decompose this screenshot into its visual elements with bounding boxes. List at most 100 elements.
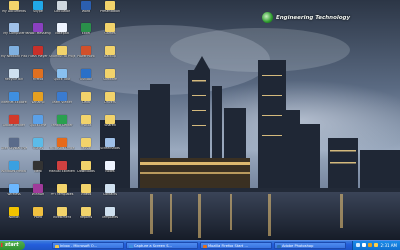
desktop-icon[interactable]: Media Center (50, 115, 74, 134)
desktop-icon-image (105, 207, 115, 216)
desktop-icon[interactable]: Notepad (50, 23, 74, 42)
desktop-icon-label: Adobe Reader (2, 124, 26, 127)
security-icon[interactable] (368, 243, 372, 247)
desktop-icon-label: PowerPoint (77, 55, 95, 58)
desktop-icon[interactable]: Yahoo! Messenger (25, 23, 51, 42)
desktop-icon[interactable]: iTunes (26, 138, 50, 157)
taskbar-button-label: Inbox - Microsoft O... (60, 244, 98, 248)
desktop-icon-image (9, 138, 19, 147)
desktop-icon-label: Word (81, 10, 91, 13)
desktop-icon[interactable]: Shortcut to Projects (49, 46, 75, 65)
desktop-icon[interactable]: PPT templates (50, 184, 74, 203)
globe-logo-icon (262, 12, 273, 23)
desktop-icon[interactable]: Reports (74, 207, 98, 226)
desktop-icon-label: Media Center (51, 124, 73, 127)
taskbar-button[interactable]: Capture a Screen S... (126, 242, 198, 249)
start-button[interactable]: start (0, 241, 25, 250)
desktop-icon[interactable]: Contacts (98, 184, 122, 203)
desktop-icon-label: Yahoo! Messenger (25, 32, 51, 35)
desktop-icon-image (81, 161, 91, 170)
desktop-icon-label: Quick Tour (53, 78, 71, 81)
desktop-icon[interactable]: Games (98, 23, 122, 42)
desktop-icon[interactable]: Outlook (74, 69, 98, 88)
desktop-icon-label: Nero (34, 170, 42, 173)
desktop-icon[interactable]: Videos (74, 184, 98, 203)
desktop-icon-image (33, 115, 43, 124)
desktop-icon[interactable]: Shared (98, 115, 122, 134)
desktop-icon-image (9, 69, 19, 78)
desktop-icon[interactable]: Word (74, 1, 98, 20)
desktop-icon[interactable]: Drivers (98, 92, 122, 111)
desktop-icon-image (9, 23, 19, 32)
desktop-icon[interactable]: Adobe Reader (2, 115, 26, 134)
desktop-icon[interactable]: Excel (74, 23, 98, 42)
desktop-icon[interactable]: QuickTime (26, 115, 50, 134)
clock[interactable]: 2:31 AM (381, 241, 397, 250)
desktop-icon[interactable]: Investment (50, 207, 74, 226)
desktop-icon[interactable]: Paint (26, 207, 50, 226)
desktop-icon-label: QuickTime (29, 124, 47, 127)
desktop-icon[interactable]: Presentation (98, 1, 122, 20)
desktop-icon[interactable]: Manual Excellent (49, 161, 75, 180)
taskbar-button[interactable]: Mozilla Firefox Start ... (200, 242, 272, 249)
taskbar: start Inbox - Microsoft O... Capture a Sc… (0, 240, 400, 250)
start-label: start (5, 242, 19, 248)
quick-launch-bar (27, 242, 48, 250)
desktop-icon[interactable]: Screenshots (98, 138, 122, 157)
desktop-icon-image (105, 46, 115, 55)
desktop-icon-image (105, 23, 115, 32)
desktop-icon-label: Screenshots (100, 147, 120, 150)
app-icon (203, 244, 207, 248)
app-icon (277, 244, 281, 248)
desktop-icon[interactable]: My Network Places (1, 46, 27, 65)
desktop-icon[interactable]: Skype (26, 1, 50, 20)
desktop-icon[interactable]: Windows Media Player (1, 161, 27, 180)
desktop-icon[interactable]: Photos (74, 115, 98, 134)
desktop-icon[interactable]: My Computer (2, 23, 26, 42)
desktop-icon[interactable]: Quick Tour (50, 69, 74, 88)
desktop-icon-label: Winamp (31, 101, 45, 104)
update-icon[interactable] (374, 243, 378, 247)
desktop-icon-image (9, 115, 19, 124)
taskbar-button[interactable]: Adobe Photoshop (274, 242, 346, 249)
desktop-icon[interactable]: Winamp (26, 92, 50, 111)
volume-icon[interactable] (362, 243, 366, 247)
desktop-icon[interactable]: Music (74, 138, 98, 157)
desktop-icon[interactable]: Downloads (74, 161, 98, 180)
desktop-icon-label: Microsoft Office (49, 147, 75, 150)
desktop-icon-image (57, 69, 67, 78)
desktop-icon[interactable]: Norton (2, 207, 26, 226)
desktop-icon-image (81, 46, 91, 55)
desktop-icon-image (33, 138, 43, 147)
desktop-icon[interactable]: Team Viewer (50, 92, 74, 111)
desktop-icon[interactable]: Wireless (2, 184, 26, 203)
desktop-icon[interactable]: Backup (98, 46, 122, 65)
desktop-icon-label: Calculator (53, 10, 71, 13)
desktop-icon[interactable]: Acer Crystal Eye (1, 138, 27, 157)
desktop-icon[interactable]: PowerPoint (74, 46, 98, 65)
desktop-icon[interactable]: WinRAR (26, 184, 50, 203)
desktop-icon-label: Presentation (99, 10, 121, 13)
desktop-icon[interactable]: Recycle Bin (2, 69, 26, 88)
desktop-icon[interactable]: Microsoft Office (50, 138, 74, 157)
desktop[interactable]: Engineering Technology My Documents My Co… (0, 0, 400, 250)
desktop-icon[interactable]: Templates (98, 207, 122, 226)
desktop-icon[interactable]: Nero (26, 161, 50, 180)
desktop-icon[interactable]: My Documents (2, 1, 26, 20)
desktop-icon-label: Skype (33, 10, 43, 13)
desktop-icon-label: WinRAR (31, 193, 45, 196)
desktop-icon[interactable]: Notes (98, 161, 122, 180)
desktop-icon[interactable]: Software (98, 69, 122, 88)
desktop-icon[interactable]: Flash Player (26, 46, 50, 65)
desktop-icon-image (9, 207, 19, 216)
taskbar-button[interactable]: Inbox - Microsoft O... (52, 242, 124, 249)
desktop-icon[interactable]: Firefox (26, 69, 50, 88)
network-icon[interactable] (356, 243, 360, 247)
desktop-icon[interactable]: Calculator (50, 1, 74, 20)
taskbar-button-label: Capture a Screen S... (134, 244, 172, 248)
desktop-icon-image (57, 46, 67, 55)
desktop-icon-image (33, 92, 43, 101)
desktop-icon[interactable]: Data (74, 92, 98, 111)
desktop-icon-label: Data (82, 101, 90, 104)
desktop-icon[interactable]: Internet Explorer (1, 92, 27, 111)
